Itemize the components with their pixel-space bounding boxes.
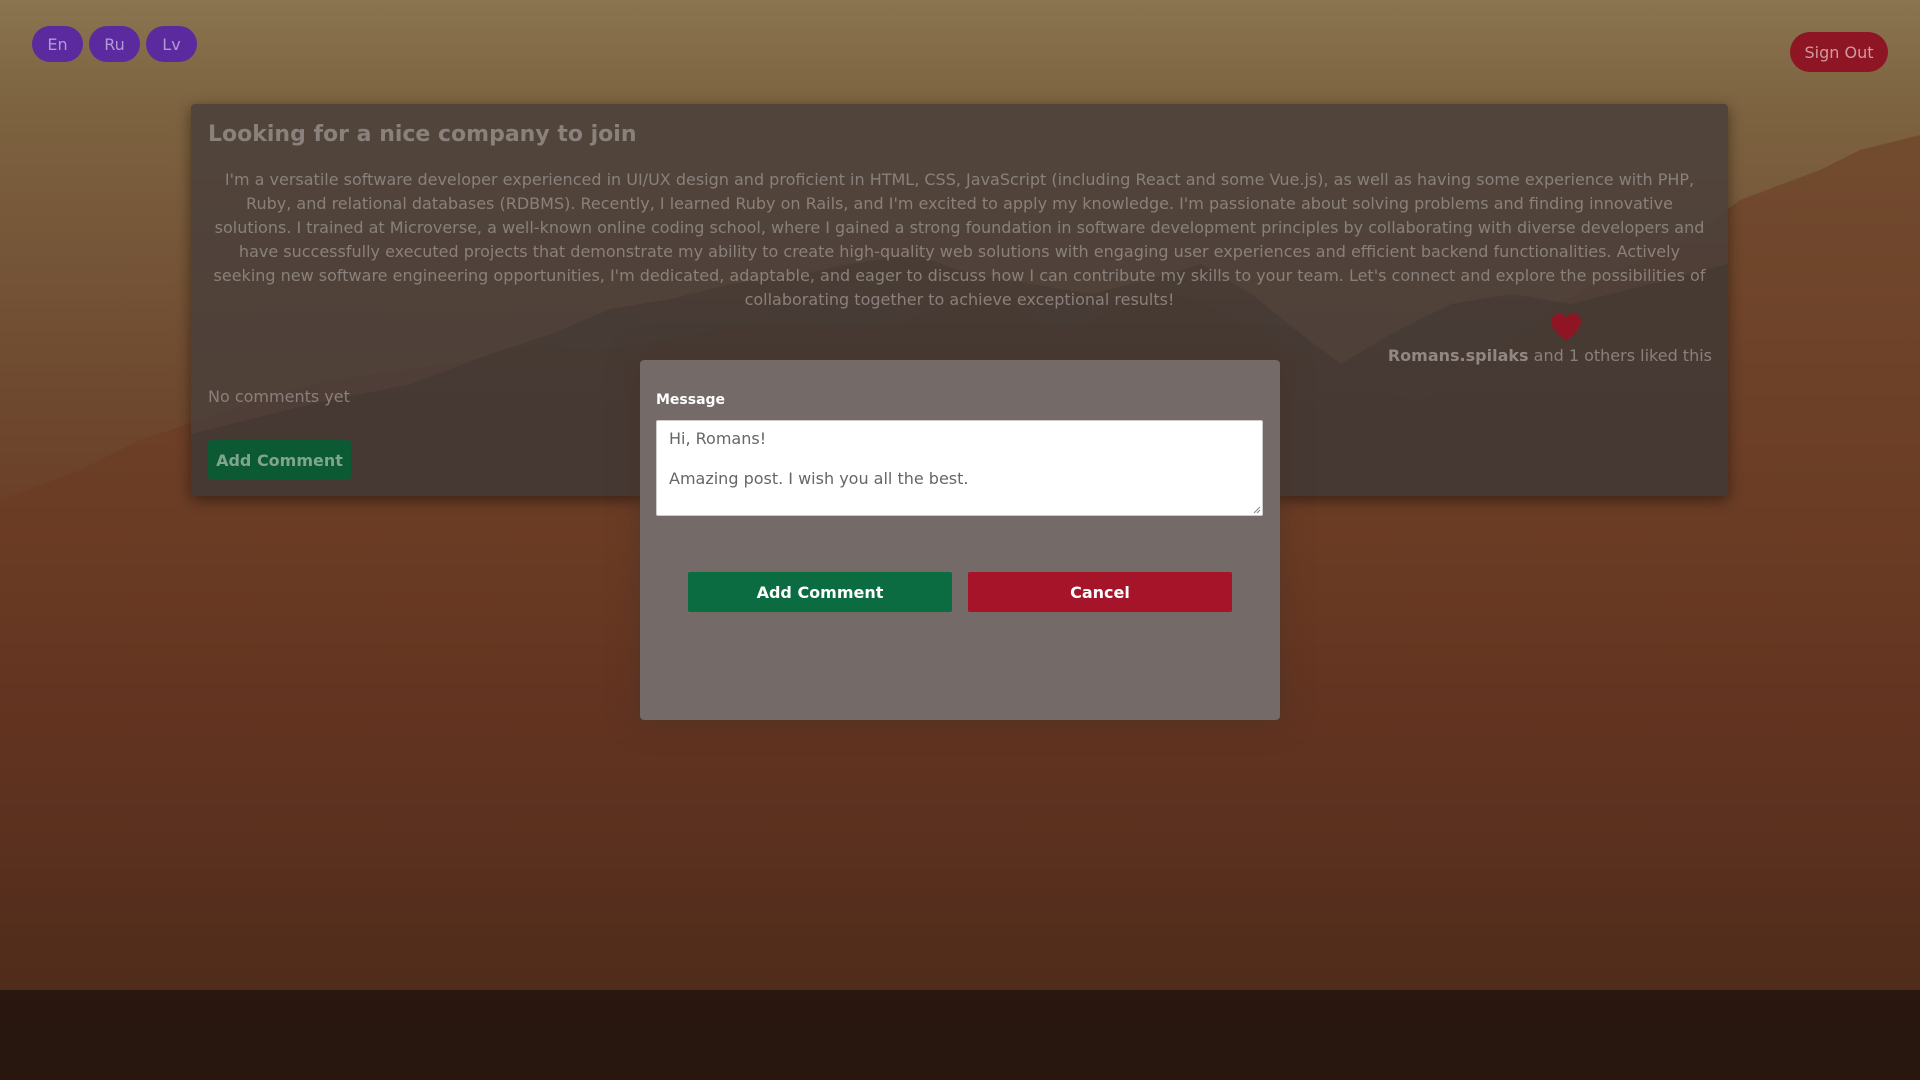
add-comment-button[interactable]: Add Comment bbox=[208, 440, 351, 480]
modal-add-comment-button[interactable]: Add Comment bbox=[688, 572, 952, 612]
comment-modal: Message Hi, Romans! Amazing post. I wish… bbox=[640, 360, 1280, 720]
likes-summary: Romans.spilaks and 1 others liked this bbox=[1388, 346, 1712, 365]
modal-cancel-button[interactable]: Cancel bbox=[968, 572, 1232, 612]
language-button-en[interactable]: En bbox=[32, 26, 83, 62]
liker-name[interactable]: Romans.spilaks bbox=[1388, 346, 1529, 365]
language-button-lv[interactable]: Lv bbox=[146, 26, 197, 62]
heart-icon[interactable] bbox=[1549, 312, 1583, 342]
message-label: Message bbox=[656, 392, 726, 408]
likes-suffix: and 1 others liked this bbox=[1528, 346, 1712, 365]
resize-grip-icon[interactable] bbox=[1253, 506, 1261, 514]
language-button-ru[interactable]: Ru bbox=[89, 26, 140, 62]
sign-out-button[interactable]: Sign Out bbox=[1790, 32, 1888, 72]
language-switcher: En Ru Lv bbox=[32, 26, 197, 62]
no-comments-text: No comments yet bbox=[208, 387, 350, 406]
post-title: Looking for a nice company to join bbox=[208, 122, 637, 147]
post-body: I'm a versatile software developer exper… bbox=[213, 170, 1706, 309]
message-textarea[interactable]: Hi, Romans! Amazing post. I wish you all… bbox=[656, 420, 1263, 516]
